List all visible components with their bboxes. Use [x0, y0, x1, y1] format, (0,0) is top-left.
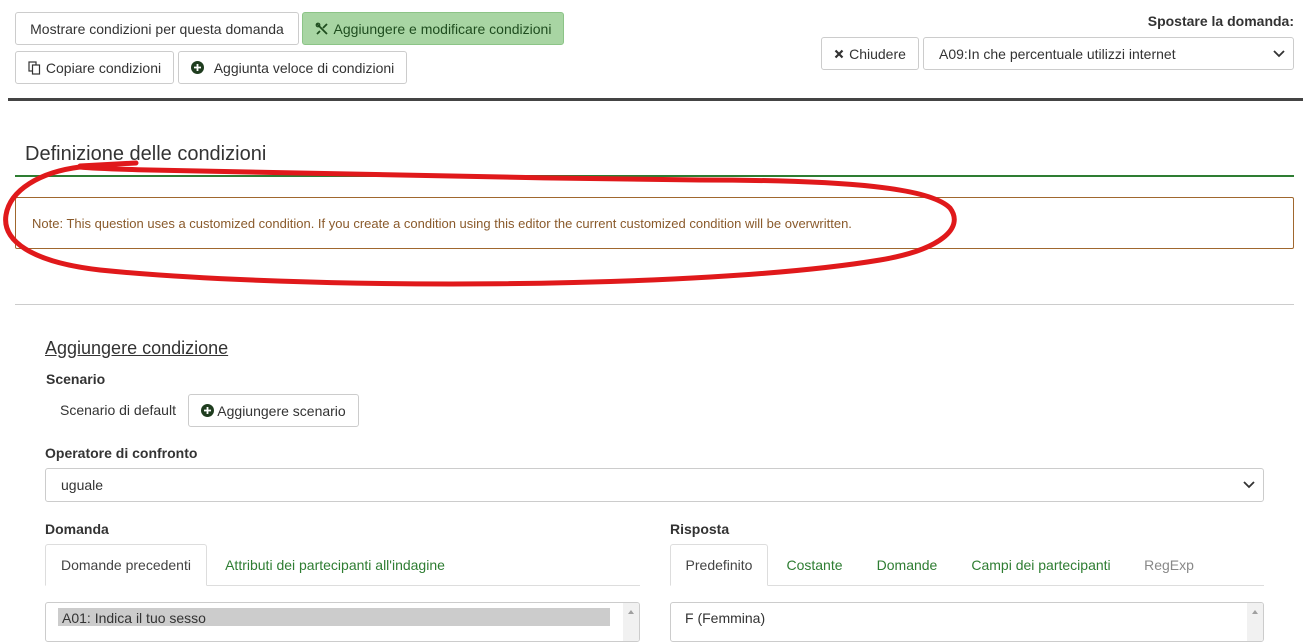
tab-constant[interactable]: Costante	[772, 544, 857, 585]
add-scenario-button[interactable]: Aggiungere scenario	[188, 394, 359, 427]
list-item-label: A01: Indica il tuo sesso	[62, 610, 206, 626]
show-conditions-button[interactable]: Mostrare condizioni per questa domanda	[15, 12, 299, 45]
default-scenario-text: Scenario di default	[60, 402, 176, 418]
tab-questions-label: Domande	[876, 556, 938, 573]
section-divider	[15, 304, 1294, 305]
add-scenario-label: Aggiungere scenario	[217, 402, 346, 419]
chevron-down-icon	[1273, 49, 1285, 57]
close-button[interactable]: Chiudere	[821, 37, 919, 70]
tab-participant-attributes-label: Attributi dei partecipanti all'indagine	[225, 556, 445, 573]
answer-listbox[interactable]: F (Femmina)	[670, 602, 1264, 642]
quick-add-label: Aggiunta veloce di condizioni	[213, 59, 395, 76]
tab-participant-attributes[interactable]: Attributi dei partecipanti all'indagine	[210, 544, 460, 585]
quick-add-conditions-button[interactable]: Aggiunta veloce di condizioni	[178, 51, 407, 84]
tab-regexp-label: RegExp	[1144, 556, 1194, 573]
plus-circle-icon	[201, 404, 215, 417]
tab-default[interactable]: Predefinito	[670, 544, 768, 586]
custom-condition-note-text: Note: This question uses a customized co…	[32, 215, 852, 231]
scrollbar[interactable]	[1247, 603, 1263, 641]
toolbar-divider	[8, 98, 1303, 101]
copy-icon	[28, 60, 41, 75]
tab-regexp[interactable]: RegExp	[1130, 544, 1208, 585]
custom-condition-note: Note: This question uses a customized co…	[15, 197, 1294, 249]
answer-label: Risposta	[670, 521, 730, 537]
list-item[interactable]: F (Femmina)	[671, 608, 1231, 626]
operator-label: Operatore di confronto	[45, 445, 198, 461]
add-edit-conditions-label: Aggiungere e modificare condizioni	[333, 20, 552, 37]
tab-questions[interactable]: Domande	[862, 544, 952, 585]
red-annotation-circle	[3, 160, 957, 287]
tab-participant-fields-label: Campi dei partecipanti	[971, 556, 1111, 573]
tab-constant-label: Costante	[786, 556, 843, 573]
show-conditions-label: Mostrare condizioni per questa domanda	[30, 20, 284, 37]
question-label: Domanda	[45, 521, 109, 537]
operator-select[interactable]: uguale	[45, 468, 1264, 502]
list-item-label: F (Femmina)	[685, 610, 766, 626]
chevron-down-icon	[1243, 481, 1255, 489]
move-question-select[interactable]: A09:In che percentuale utilizzi internet	[923, 37, 1294, 70]
scroll-up-icon	[1252, 610, 1258, 614]
tools-icon	[315, 22, 329, 36]
list-item[interactable]: A01: Indica il tuo sesso	[58, 608, 610, 626]
definition-title: Definizione delle condizioni	[25, 143, 267, 165]
plus-circle-icon	[190, 61, 204, 74]
tab-participant-fields[interactable]: Campi dei partecipanti	[958, 544, 1124, 585]
move-question-value: A09:In che percentuale utilizzi internet	[939, 45, 1176, 62]
copy-conditions-button[interactable]: Copiare condizioni	[15, 51, 174, 84]
close-label: Chiudere	[849, 45, 906, 62]
operator-value: uguale	[61, 477, 104, 493]
scrollbar[interactable]	[623, 603, 639, 641]
scenario-label: Scenario	[46, 371, 106, 387]
tab-default-label: Predefinito	[685, 557, 753, 573]
copy-conditions-label: Copiare condizioni	[45, 59, 162, 76]
question-listbox[interactable]: A01: Indica il tuo sesso	[45, 602, 640, 642]
definition-underline	[15, 175, 1294, 177]
tab-previous-questions-label: Domande precedenti	[61, 557, 191, 573]
scroll-up-icon	[628, 610, 634, 614]
add-condition-title: Aggiungere condizione	[45, 338, 229, 358]
add-edit-conditions-button[interactable]: Aggiungere e modificare condizioni	[302, 12, 564, 45]
close-icon	[834, 49, 844, 59]
move-question-label: Spostare la domanda:	[1147, 13, 1294, 29]
tab-previous-questions[interactable]: Domande precedenti	[45, 544, 207, 586]
